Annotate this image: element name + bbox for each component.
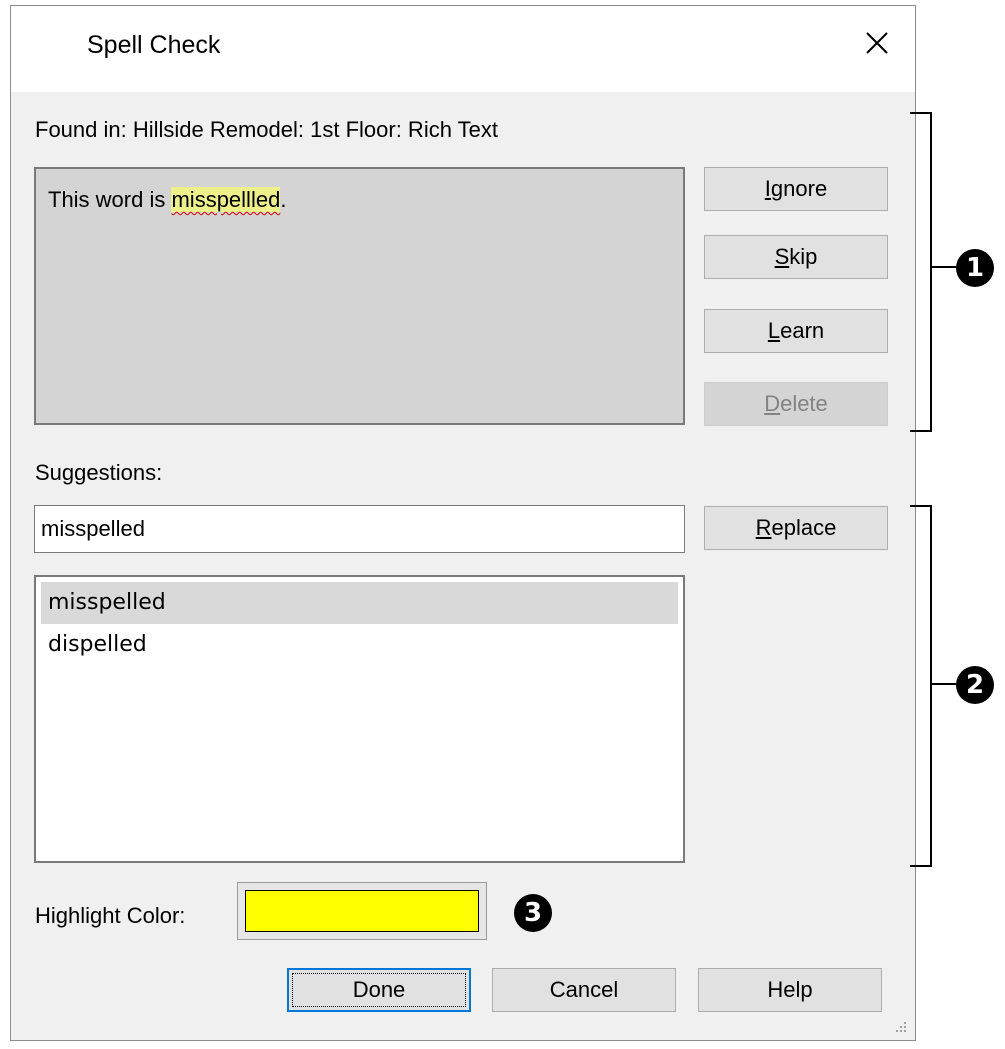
help-label: Help: [767, 977, 813, 1002]
cancel-label: Cancel: [549, 977, 619, 1002]
title-bar: Spell Check: [10, 5, 916, 92]
ignore-label: Ignore: [764, 176, 828, 201]
dialog-title: Spell Check: [87, 31, 221, 59]
suggestion-item-misspelled[interactable]: misspelled: [41, 582, 678, 624]
delete-label: Delete: [764, 391, 828, 416]
preview-prefix: This word is: [48, 187, 172, 212]
suggestions-label: Suggestions:: [35, 460, 163, 485]
replace-label: Replace: [755, 515, 837, 540]
help-button[interactable]: Help: [698, 968, 882, 1012]
callout-1-badge: 1: [956, 249, 994, 287]
preview-sentence: This word is misspellled.: [48, 187, 286, 213]
close-icon[interactable]: [859, 25, 895, 61]
highlight-color-button[interactable]: [237, 882, 487, 940]
learn-label: Learn: [767, 318, 825, 343]
replacement-input[interactable]: [34, 505, 685, 553]
resize-grip-icon[interactable]: [890, 1018, 910, 1038]
callout-3-badge: 3: [514, 894, 552, 932]
text-preview: This word is misspellled.: [34, 167, 685, 425]
highlight-color-swatch: [245, 890, 479, 932]
ignore-button[interactable]: Ignore: [704, 167, 888, 211]
learn-button[interactable]: Learn: [704, 309, 888, 353]
bracket-1: [910, 112, 932, 432]
preview-suffix: .: [280, 187, 287, 212]
bracket-1-tick: [930, 266, 956, 268]
misspelled-word: misspellled: [171, 187, 281, 212]
callout-2-badge: 2: [956, 666, 994, 704]
highlight-color-label: Highlight Color:: [35, 903, 186, 928]
replace-button[interactable]: Replace: [704, 506, 888, 550]
focus-ring: [292, 973, 466, 1007]
skip-label: Skip: [774, 244, 818, 269]
suggestion-item-dispelled[interactable]: dispelled: [41, 624, 678, 666]
bracket-2-tick: [930, 683, 956, 685]
cancel-button[interactable]: Cancel: [492, 968, 676, 1012]
suggestions-list[interactable]: misspelled dispelled: [34, 575, 685, 863]
done-button[interactable]: Done: [287, 968, 471, 1012]
bracket-2: [910, 505, 932, 867]
found-in-label: Found in: Hillside Remodel: 1st Floor: R…: [35, 117, 499, 142]
skip-button[interactable]: Skip: [704, 235, 888, 279]
delete-button[interactable]: Delete: [704, 382, 888, 426]
